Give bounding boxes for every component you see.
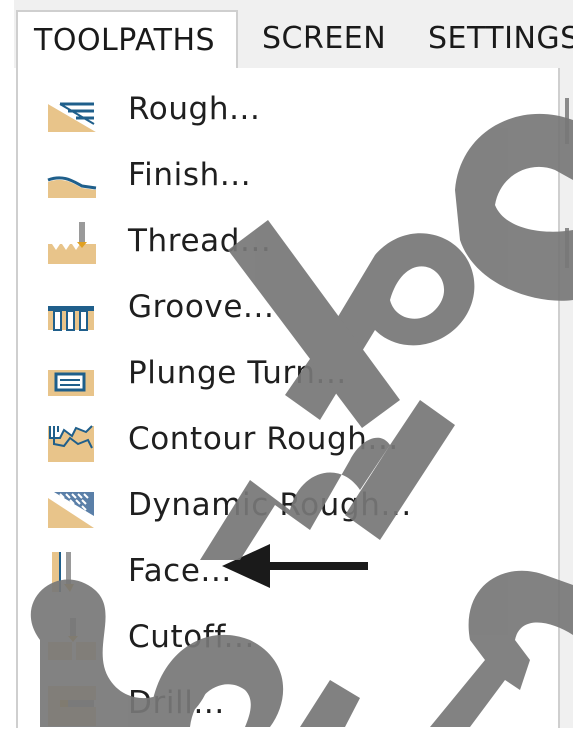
window-edge bbox=[0, 0, 14, 727]
menu-item-contour-rough[interactable]: Contour Rough... bbox=[46, 410, 546, 470]
background-window-strip bbox=[558, 68, 573, 728]
cutoff-icon bbox=[48, 618, 96, 660]
menu-item-finish[interactable]: Finish... bbox=[46, 146, 546, 206]
tab-screen[interactable]: SCREEN bbox=[262, 10, 386, 68]
menu-item-cutoff[interactable]: Cutoff... bbox=[46, 608, 546, 668]
tab-toolpaths[interactable]: TOOLPATHS bbox=[16, 10, 238, 68]
menu-item-label: Groove... bbox=[128, 289, 275, 325]
thread-icon bbox=[48, 222, 96, 264]
tab-settings[interactable]: SETTINGS bbox=[428, 10, 573, 68]
menu-item-dynamic-rough[interactable]: Dynamic Rough... bbox=[46, 476, 546, 536]
menu-bar: TOOLPATHS SCREEN SETTINGS bbox=[0, 0, 573, 727]
menu-item-label: Cutoff... bbox=[128, 619, 255, 655]
menu-item-label: Finish... bbox=[128, 157, 252, 193]
rough-icon bbox=[48, 102, 96, 132]
plunge-turn-icon bbox=[48, 370, 94, 396]
menu-item-drill[interactable]: Drill... bbox=[46, 674, 546, 734]
contour-rough-icon bbox=[48, 425, 94, 462]
menu-item-plunge-turn[interactable]: Plunge Turn... bbox=[46, 344, 546, 404]
background-mark bbox=[565, 98, 569, 144]
annotation-arrow-icon bbox=[222, 544, 368, 588]
menu-item-label: Contour Rough... bbox=[128, 421, 399, 457]
menu-item-label: Dynamic Rough... bbox=[128, 487, 412, 523]
groove-icon bbox=[48, 306, 94, 331]
drill-icon bbox=[48, 686, 96, 726]
menu-item-label: Plunge Turn... bbox=[128, 355, 347, 391]
menu-item-thread[interactable]: Thread... bbox=[46, 212, 546, 272]
menu-item-rough[interactable]: Rough... bbox=[46, 80, 546, 140]
dynamic-rough-icon bbox=[48, 492, 94, 528]
face-icon bbox=[52, 552, 74, 592]
background-mark bbox=[565, 228, 569, 268]
menu-item-label: Drill... bbox=[128, 685, 225, 721]
finish-icon bbox=[47, 176, 97, 198]
toolpaths-dropdown-menu: Rough... Finish... Thread... Groove... P… bbox=[16, 68, 560, 728]
menu-item-label: Face... bbox=[128, 553, 232, 589]
menu-item-groove[interactable]: Groove... bbox=[46, 278, 546, 338]
menu-item-label: Rough... bbox=[128, 91, 261, 127]
menu-item-label: Thread... bbox=[128, 223, 272, 259]
